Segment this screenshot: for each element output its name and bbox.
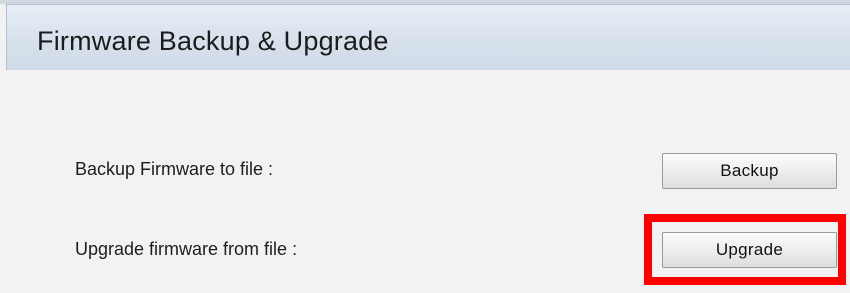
page-title: Firmware Backup & Upgrade: [37, 26, 389, 56]
backup-firmware-label: Backup Firmware to file :: [75, 159, 274, 179]
upgrade-firmware-label: Upgrade firmware from file :: [75, 239, 298, 259]
firmware-panel: Firmware Backup & Upgrade Backup Firmwar…: [0, 0, 850, 293]
upgrade-highlight-box: [644, 214, 846, 285]
backup-button[interactable]: Backup: [662, 153, 837, 189]
panel-header: Firmware Backup & Upgrade: [6, 4, 850, 70]
